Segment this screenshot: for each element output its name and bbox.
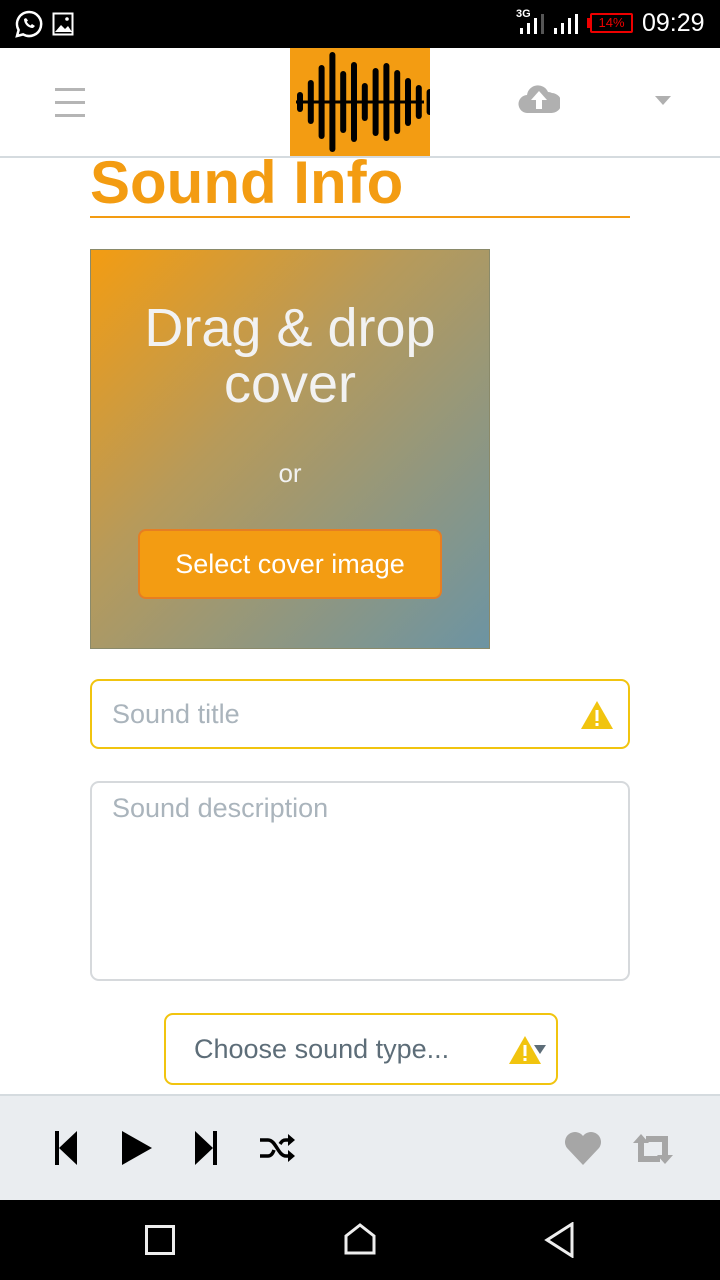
- title-divider: [90, 216, 630, 218]
- shuffle-icon[interactable]: [258, 1132, 296, 1164]
- home-icon[interactable]: [344, 1223, 376, 1255]
- select-cover-button[interactable]: Select cover image: [138, 529, 442, 599]
- battery-level: 14%: [590, 13, 633, 33]
- soundwave-logo[interactable]: [290, 48, 433, 156]
- cloud-upload-icon[interactable]: [518, 82, 560, 114]
- skip-back-icon[interactable]: [55, 1131, 79, 1165]
- app-header: [0, 48, 720, 158]
- cover-drop-zone[interactable]: Drag & drop cover or Select cover image: [90, 249, 490, 649]
- whatsapp-icon: [15, 10, 43, 38]
- clock: 09:29: [642, 9, 705, 37]
- wave-bar: [426, 89, 433, 115]
- sound-description-textarea[interactable]: Sound description: [90, 781, 630, 981]
- signal-icon: [520, 14, 578, 34]
- repeat-icon[interactable]: [632, 1134, 674, 1164]
- skip-forward-icon[interactable]: [195, 1131, 219, 1165]
- wave-axis: [296, 100, 424, 104]
- system-nav-bar: [0, 1200, 720, 1280]
- drop-text-line1: Drag & drop: [144, 298, 436, 358]
- drop-text-line2: cover: [223, 354, 357, 414]
- play-icon[interactable]: [122, 1131, 154, 1165]
- sound-type-select[interactable]: Choose sound type...: [164, 1013, 558, 1085]
- image-icon: [52, 12, 74, 36]
- recents-icon[interactable]: [145, 1225, 175, 1255]
- menu-icon[interactable]: [55, 88, 85, 117]
- sound-title-input[interactable]: Sound title: [90, 679, 630, 749]
- heart-icon[interactable]: [563, 1130, 603, 1166]
- chevron-down-icon: [534, 1045, 546, 1054]
- sound-description-placeholder: Sound description: [112, 793, 329, 823]
- page-title: Sound Info: [90, 149, 404, 216]
- status-bar: 3G 14% 09:29: [0, 0, 720, 48]
- player-bar: [0, 1094, 720, 1200]
- sound-type-value: Choose sound type...: [194, 1034, 450, 1064]
- drop-or-text: or: [278, 458, 302, 488]
- warning-icon: [581, 701, 613, 729]
- sound-title-placeholder: Sound title: [112, 699, 240, 729]
- caret-down-icon[interactable]: [655, 96, 671, 106]
- back-icon[interactable]: [544, 1222, 576, 1258]
